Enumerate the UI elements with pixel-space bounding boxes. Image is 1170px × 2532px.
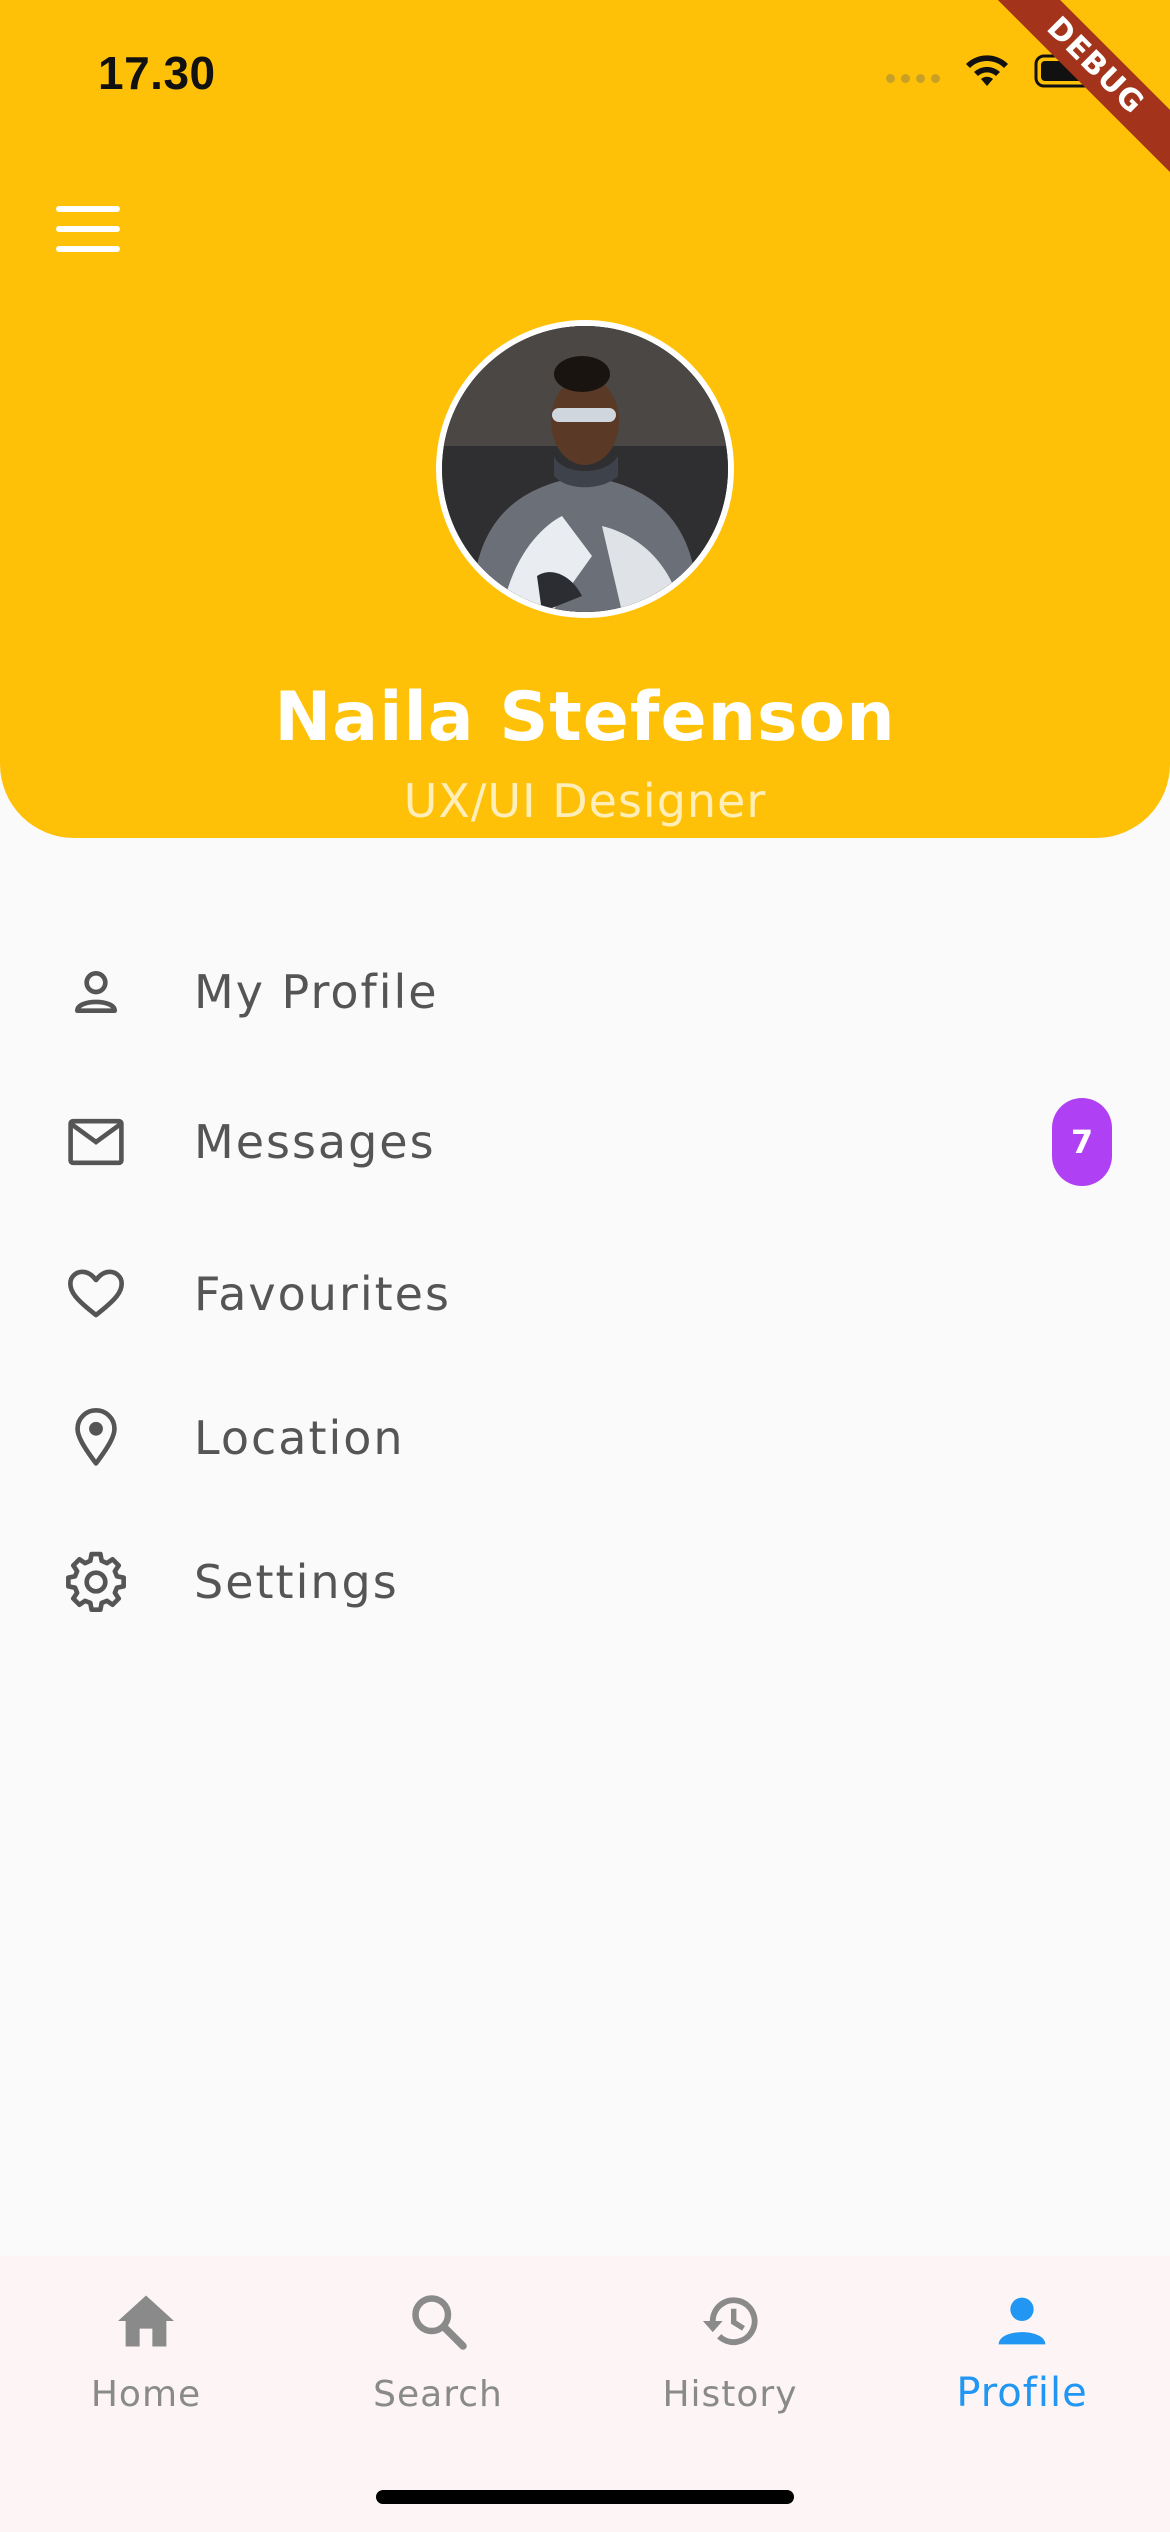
debug-banner: DEBUG xyxy=(976,0,1170,185)
menu-item-my-profile[interactable]: My Profile xyxy=(0,932,1170,1052)
search-icon xyxy=(403,2286,473,2356)
status-time: 17.30 xyxy=(98,47,216,99)
nav-label: History xyxy=(662,2374,798,2415)
menu-item-label: My Profile xyxy=(194,965,439,1019)
menu-item-label: Settings xyxy=(194,1555,399,1609)
person-icon xyxy=(987,2286,1057,2356)
nav-label: Search xyxy=(373,2374,503,2415)
hamburger-menu-button[interactable] xyxy=(56,206,120,254)
profile-name: Naila Stefenson xyxy=(274,678,896,757)
history-icon xyxy=(695,2286,765,2356)
location-pin-icon xyxy=(62,1404,130,1472)
menu-item-label: Favourites xyxy=(194,1267,451,1321)
nav-item-home[interactable]: Home xyxy=(0,2286,292,2446)
menu-item-location[interactable]: Location xyxy=(0,1378,1170,1498)
avatar xyxy=(436,320,734,618)
menu-item-label: Messages xyxy=(194,1115,436,1169)
nav-label: Home xyxy=(90,2374,202,2415)
profile-role: UX/UI Designer xyxy=(403,774,767,828)
nav-item-search[interactable]: Search xyxy=(292,2286,584,2446)
avatar-photo xyxy=(442,326,728,612)
home-indicator[interactable] xyxy=(376,2490,794,2504)
heart-icon xyxy=(62,1260,130,1328)
mail-icon xyxy=(62,1108,130,1176)
profile-header: 17.30 DEBUG Naila Stefenson UX/UI Design… xyxy=(0,0,1170,838)
nav-item-history[interactable]: History xyxy=(584,2286,876,2446)
menu-item-label: Location xyxy=(194,1411,405,1465)
gear-icon xyxy=(62,1548,130,1616)
nav-item-profile[interactable]: Profile xyxy=(876,2286,1168,2446)
home-icon xyxy=(111,2286,181,2356)
menu-item-messages[interactable]: Messages 7 xyxy=(0,1082,1170,1202)
menu-item-favourites[interactable]: Favourites xyxy=(0,1234,1170,1354)
cellular-signal-icon xyxy=(886,73,940,83)
nav-label: Profile xyxy=(956,2370,1088,2416)
wifi-icon xyxy=(966,55,1008,86)
person-icon xyxy=(62,958,130,1026)
unread-count-badge: 7 xyxy=(1052,1098,1112,1186)
menu-item-settings[interactable]: Settings xyxy=(0,1522,1170,1642)
hamburger-icon xyxy=(56,206,120,212)
